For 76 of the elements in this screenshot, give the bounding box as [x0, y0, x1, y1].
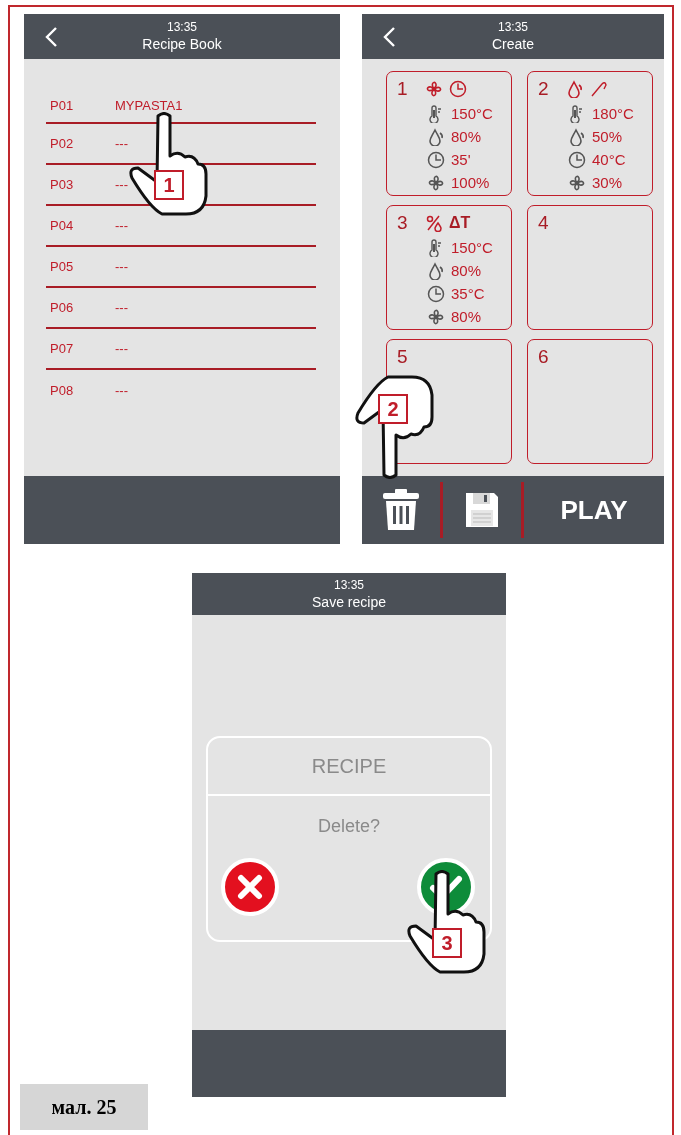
slot-label: P07: [50, 341, 75, 356]
parameter-value: 35°C: [451, 285, 485, 302]
recipe-name: ---: [115, 383, 128, 398]
step-number-label: 5: [397, 346, 409, 368]
step-number-label: 4: [538, 212, 550, 234]
parameter-value: 40°C: [592, 151, 626, 168]
slot-label: P03: [50, 177, 75, 192]
slot-label: P01: [50, 98, 75, 113]
fan-icon: [568, 173, 586, 192]
slot-label: P06: [50, 300, 75, 315]
parameter-value: 80%: [451, 308, 482, 325]
parameter-value: 150°C: [451, 239, 493, 256]
dialog-message: Delete?: [316, 816, 381, 837]
screen-title: Create: [492, 35, 534, 53]
screen-title: Recipe Book: [142, 35, 222, 53]
recipe-step-card[interactable]: 4: [527, 205, 653, 330]
step-number: 1: [154, 170, 184, 200]
humidity-percent-icon: [425, 214, 443, 232]
slot-label: P02: [50, 136, 75, 151]
recipe-row[interactable]: P07 ---: [46, 329, 316, 370]
back-icon[interactable]: [382, 26, 396, 48]
recipe-name: ---: [115, 136, 128, 151]
parameter-value: 150°C: [451, 105, 493, 122]
parameter-value: 50%: [592, 128, 623, 145]
recipe-name: ---: [115, 177, 128, 192]
recipe-step-card[interactable]: 2 180°C 50% 40°C 30%: [527, 71, 653, 196]
figure-caption: мал. 25: [20, 1084, 148, 1130]
play-button[interactable]: PLAY: [524, 476, 664, 544]
step-number-label: 3: [397, 212, 409, 234]
probe-icon: [590, 80, 608, 98]
parameter-value: 180°C: [592, 105, 634, 122]
screen-title: Save recipe: [312, 592, 386, 611]
recipe-name: ---: [115, 259, 128, 274]
step-number-label: 1: [397, 78, 409, 100]
mode-label: ΔT: [449, 214, 471, 232]
clock-time: 13:35: [334, 577, 364, 593]
recipe-row[interactable]: P08 ---: [46, 370, 316, 411]
step-number: 2: [378, 394, 408, 424]
droplet-icon: [427, 261, 445, 280]
step-number-label: 6: [538, 346, 550, 368]
slot-label: P04: [50, 218, 75, 233]
clock-time: 13:35: [498, 20, 528, 35]
slot-label: P08: [50, 383, 75, 398]
fan-icon: [427, 307, 445, 326]
recipe-name: ---: [115, 218, 128, 233]
clock-time: 13:35: [166, 20, 197, 35]
recipe-name: MYPASTA1: [115, 98, 183, 113]
parameter-value: 30%: [592, 174, 623, 191]
step-number-label: 2: [538, 78, 550, 100]
fan-icon: [425, 80, 443, 98]
slot-label: P05: [50, 259, 75, 274]
clock-icon: [427, 150, 445, 169]
parameter-value: 80%: [451, 128, 482, 145]
recipe-name: ---: [115, 341, 128, 356]
clock-icon: [427, 284, 445, 303]
step-number: 3: [432, 928, 462, 958]
close-icon: [220, 857, 280, 917]
cancel-button[interactable]: [220, 857, 280, 917]
recipe-step-card[interactable]: 3 ΔT 150°C 80% 35°C 80%: [386, 205, 512, 330]
fan-icon: [427, 173, 445, 192]
recipe-step-card[interactable]: 1 150°C 80% 35' 100%: [386, 71, 512, 196]
recipe-step-card[interactable]: 6: [527, 339, 653, 464]
clock-icon: [449, 80, 467, 98]
parameter-value: 35': [451, 151, 471, 168]
recipe-row[interactable]: P05 ---: [46, 247, 316, 288]
trash-icon: [381, 489, 421, 531]
droplet-icon: [568, 127, 586, 146]
recipe-name: ---: [115, 300, 128, 315]
clock-icon: [568, 150, 586, 169]
dialog-title: RECIPE: [208, 738, 490, 796]
recipe-row[interactable]: P06 ---: [46, 288, 316, 329]
parameter-value: 80%: [451, 262, 482, 279]
parameter-value: 100%: [451, 174, 490, 191]
back-icon[interactable]: [44, 26, 58, 48]
droplet-icon: [566, 80, 584, 98]
droplet-icon: [427, 127, 445, 146]
